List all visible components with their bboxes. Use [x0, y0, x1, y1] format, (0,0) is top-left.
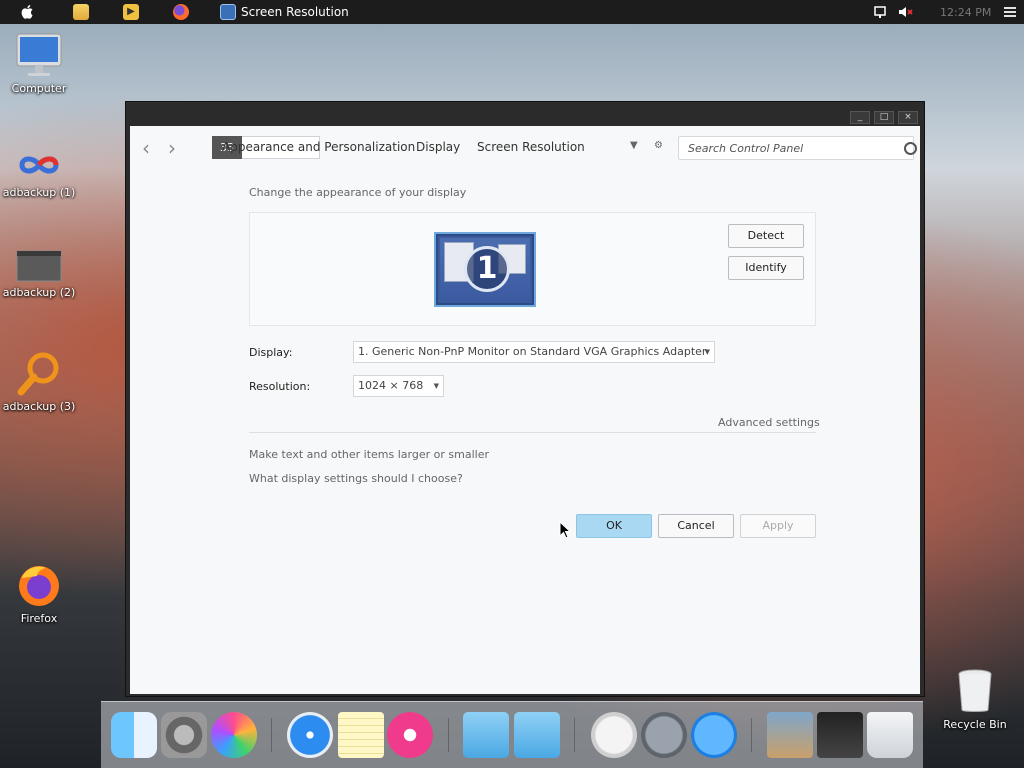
screen-resolution-icon	[220, 4, 236, 20]
firefox-icon[interactable]	[173, 3, 189, 21]
display-select[interactable]: 1. Generic Non-PnP Monitor on Standard V…	[353, 341, 715, 363]
game-center-icon[interactable]	[211, 712, 257, 758]
monitor-number-badge: 1	[464, 246, 510, 292]
window-thumbnail-icon	[16, 250, 62, 282]
app-store-icon[interactable]	[691, 712, 737, 758]
page-heading: Change the appearance of your display	[249, 186, 467, 199]
text-size-link[interactable]: Make text and other items larger or smal…	[249, 448, 489, 461]
window-controls: _ □ ×	[850, 111, 918, 124]
back-button[interactable]: ‹	[142, 138, 150, 158]
launchpad-icon[interactable]	[641, 712, 687, 758]
control-panel-content: ‹ › 33 Appearance and Personalization Di…	[130, 126, 920, 694]
files-icon[interactable]	[73, 3, 89, 21]
display-select-value: 1. Generic Non-PnP Monitor on Standard V…	[358, 345, 707, 358]
monitor-arrangement-panel: 1 Detect Identify	[249, 212, 816, 326]
search-input[interactable]: Search Control Panel	[678, 136, 917, 160]
system-preferences-icon[interactable]	[161, 712, 207, 758]
dock-separator	[448, 718, 449, 752]
desktop-icon-label: Recycle Bin	[943, 718, 1007, 731]
which-settings-link[interactable]: What display settings should I choose?	[249, 472, 463, 485]
refresh-icon[interactable]: ⚙	[654, 140, 663, 151]
chevron-down-icon: ▼	[433, 382, 439, 390]
network-icon[interactable]	[873, 3, 889, 21]
desktop-icon-computer[interactable]: Computer	[0, 32, 79, 95]
top-menu-bar: ▶ Screen Resolution 12:24 PM	[0, 0, 1024, 24]
search-icon[interactable]	[904, 142, 917, 155]
trash-icon	[958, 669, 992, 712]
desktop-icon-label: adbackup (2)	[2, 286, 76, 299]
display-label: Display:	[249, 346, 293, 359]
preview-icon[interactable]	[767, 712, 813, 758]
apple-icon[interactable]	[20, 3, 36, 21]
resolution-select-value: 1024 × 768	[358, 379, 424, 392]
notes-icon[interactable]	[338, 712, 384, 758]
folder-icon[interactable]	[463, 712, 509, 758]
firefox-icon	[19, 566, 59, 606]
finder-icon[interactable]	[111, 712, 157, 758]
active-app-title: Screen Resolution	[241, 5, 349, 19]
dock-separator	[751, 718, 752, 752]
dock-separator	[574, 718, 575, 752]
clock[interactable]: 12:24 PM	[940, 3, 991, 21]
power-icon[interactable]	[591, 712, 637, 758]
forward-button[interactable]: ›	[168, 138, 176, 158]
safari-icon[interactable]	[287, 712, 333, 758]
desktop-icon-adbackup-3[interactable]: adbackup (3)	[0, 350, 79, 413]
desktop-icon-label: adbackup (3)	[2, 400, 76, 413]
screen-resolution-window: _ □ × ‹ › 33 Appearance and Personalizat…	[125, 101, 925, 697]
desktop-icon-adbackup-2[interactable]: adbackup (2)	[0, 250, 79, 299]
photo-booth-icon[interactable]	[817, 712, 863, 758]
breadcrumb-appearance[interactable]: Appearance and Personalization	[222, 140, 415, 154]
search-placeholder: Search Control Panel	[688, 142, 804, 155]
infinity-icon	[19, 156, 59, 174]
divider	[249, 432, 816, 433]
menu-icon[interactable]	[1003, 3, 1017, 21]
identify-button[interactable]: Identify	[728, 256, 804, 280]
cancel-button[interactable]: Cancel	[658, 514, 734, 538]
address-dropdown-icon[interactable]: ▼	[630, 140, 638, 151]
itunes-icon[interactable]	[387, 712, 433, 758]
breadcrumb-screen-resolution[interactable]: Screen Resolution	[477, 140, 585, 154]
resolution-select[interactable]: 1024 × 768 ▼	[353, 375, 444, 397]
detect-button[interactable]: Detect	[728, 224, 804, 248]
chevron-down-icon: ▼	[704, 348, 710, 356]
desktop-icon-label: Computer	[11, 82, 67, 95]
advanced-settings-link[interactable]: Advanced settings	[718, 416, 820, 429]
breadcrumb-display[interactable]: Display	[416, 140, 460, 154]
resolution-label: Resolution:	[249, 380, 311, 393]
dock	[101, 701, 923, 768]
media-player-icon[interactable]: ▶	[123, 3, 139, 21]
maximize-button[interactable]: □	[874, 111, 894, 124]
apply-button[interactable]: Apply	[740, 514, 816, 538]
monitor-screen: 1	[440, 238, 530, 301]
applications-folder-icon[interactable]	[514, 712, 560, 758]
close-button[interactable]: ×	[898, 111, 918, 124]
desktop-icon-firefox[interactable]: Firefox	[0, 562, 79, 625]
minimize-button[interactable]: _	[850, 111, 870, 124]
mouse-cursor-icon	[559, 521, 571, 539]
desktop-icon-recycle-bin[interactable]: Recycle Bin	[935, 668, 1015, 731]
magnifier-icon	[17, 352, 59, 396]
ok-button[interactable]: OK	[576, 514, 652, 538]
computer-icon	[16, 33, 62, 76]
screen-resolution-taskbar-item[interactable]: Screen Resolution	[220, 3, 349, 21]
desktop-icon-label: Firefox	[20, 612, 58, 625]
monitor-1-thumbnail[interactable]: 1	[434, 232, 536, 307]
trash-icon[interactable]	[867, 712, 913, 758]
dock-separator	[271, 718, 272, 752]
desktop-icon-adbackup-1[interactable]: adbackup (1)	[0, 148, 79, 199]
desktop-icon-label: adbackup (1)	[2, 186, 76, 199]
volume-muted-icon[interactable]	[897, 3, 913, 21]
